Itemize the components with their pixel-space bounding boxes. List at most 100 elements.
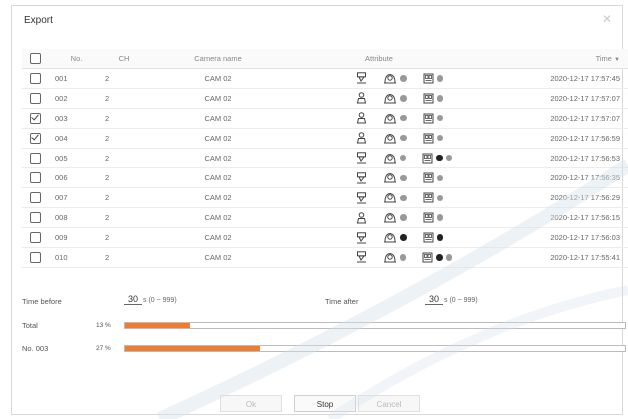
vehicle-icon — [422, 153, 433, 164]
cell-no: 010 — [49, 247, 105, 268]
row-checkbox[interactable] — [30, 212, 41, 224]
table-row[interactable]: 003 2 CAM 02 2020-12-17 17:57:07 — [22, 108, 628, 129]
person-icon — [356, 132, 367, 144]
cancel-button[interactable]: Cancel — [358, 395, 420, 412]
time-before-input[interactable]: 30 — [124, 294, 142, 305]
attribute-icons — [293, 251, 465, 263]
row-checkbox[interactable] — [30, 251, 41, 263]
attribute-icons — [293, 72, 465, 84]
vehicle-icon — [423, 113, 434, 124]
cell-time: 2020-12-17 17:56:15 — [465, 207, 628, 229]
vehicle-gray-dot-icon — [436, 95, 443, 102]
face-black-dot-icon — [400, 234, 407, 241]
row-checkbox[interactable] — [30, 192, 41, 204]
header-camera-name[interactable]: Camera name — [143, 49, 293, 69]
cell-time: 2020-12-17 17:56:59 — [465, 128, 628, 149]
table-header-row: No. CH Camera name Attribute Time ▼ — [22, 49, 628, 69]
total-progress-fill — [125, 323, 190, 328]
attribute-icons — [293, 192, 465, 204]
face-icon — [383, 212, 397, 223]
cell-time: 2020-12-17 17:56:29 — [465, 187, 628, 209]
cell-time: 2020-12-17 17:57:07 — [465, 88, 628, 109]
header-time-label: Time — [595, 54, 612, 63]
table-row[interactable]: 009 2 CAM 02 2020-12-17 17:56:03 — [22, 227, 628, 249]
cell-camera-name: CAM 02 — [143, 167, 293, 189]
person-icon — [356, 112, 367, 124]
cell-camera-name: CAM 02 — [143, 88, 293, 109]
person-icon — [356, 211, 367, 224]
cell-camera-name: CAM 02 — [143, 128, 293, 149]
header-no[interactable]: No. — [49, 49, 105, 69]
table-row[interactable]: 010 2 CAM 02 2020-12-17 17:55:41 — [22, 247, 628, 268]
total-label: Total — [22, 321, 38, 330]
row-checkbox[interactable] — [30, 172, 41, 184]
vehicle-icon — [423, 212, 434, 223]
cell-time: 2020-12-17 17:56:53 — [465, 148, 628, 169]
ok-button[interactable]: Ok — [220, 395, 282, 412]
attribute-icons — [293, 132, 465, 144]
sort-desc-icon[interactable]: ▼ — [614, 57, 620, 63]
cell-camera-name: CAM 02 — [143, 207, 293, 229]
cell-time: 2020-12-17 17:57:07 — [465, 108, 628, 129]
cell-no: 003 — [49, 108, 105, 129]
face-gray-dot-icon — [400, 194, 407, 202]
vehicle-icon — [423, 192, 434, 203]
header-time[interactable]: Time ▼ — [465, 49, 628, 69]
face-gray-dot-icon — [399, 154, 406, 162]
table-row[interactable]: 005 2 CAM 02 2020-12-17 17:56:53 — [22, 148, 628, 169]
header-ch[interactable]: CH — [105, 49, 143, 69]
vehicle-gray-dot-icon — [445, 254, 452, 261]
cell-ch: 2 — [105, 207, 143, 229]
fixed-person-icon — [356, 231, 367, 244]
vehicle-black-dot-icon — [436, 254, 443, 261]
fixed-person-icon — [356, 251, 367, 263]
select-all-checkbox[interactable] — [30, 53, 41, 64]
face-gray-dot-icon — [400, 114, 407, 122]
row-checkbox[interactable] — [30, 152, 41, 164]
close-icon[interactable]: ✕ — [602, 12, 612, 26]
table-row[interactable]: 006 2 CAM 02 2020-12-17 17:56:35 — [22, 167, 628, 189]
vehicle-icon — [422, 252, 433, 263]
export-dialog: Export ✕ No. CH Camera name Attribute Ti… — [11, 5, 628, 415]
face-icon — [383, 113, 397, 124]
item-percent: 27 % — [96, 345, 111, 352]
table-row[interactable]: 008 2 CAM 02 2020-12-17 17:56:15 — [22, 207, 628, 229]
cell-time: 2020-12-17 17:56:35 — [465, 167, 628, 189]
vehicle-gray-dot-icon — [445, 154, 452, 162]
time-after-hint: s (0 ~ 999) — [444, 297, 478, 304]
person-icon — [356, 92, 367, 104]
vehicle-icon — [423, 232, 434, 243]
cell-no: 008 — [49, 207, 105, 229]
table-row[interactable]: 002 2 CAM 02 2020-12-17 17:57:07 — [22, 88, 628, 109]
time-after-input[interactable]: 30 — [425, 294, 443, 305]
row-checkbox[interactable] — [30, 72, 41, 84]
vehicle-icon — [423, 73, 434, 84]
attribute-icons — [293, 152, 465, 164]
row-checkbox[interactable] — [30, 92, 41, 104]
cell-ch: 2 — [105, 128, 143, 149]
table-row[interactable]: 001 2 CAM 02 2020-12-17 17:57:45 — [22, 68, 628, 89]
row-checkbox[interactable] — [30, 132, 41, 144]
cell-ch: 2 — [105, 68, 143, 89]
face-icon — [383, 172, 397, 183]
vehicle-gray-dot-icon — [436, 214, 443, 221]
dialog-title: Export — [24, 15, 53, 26]
stop-button[interactable]: Stop — [294, 395, 356, 412]
table-row[interactable]: 007 2 CAM 02 2020-12-17 17:56:29 — [22, 187, 628, 209]
cell-camera-name: CAM 02 — [143, 227, 293, 249]
item-progress-fill — [125, 346, 260, 351]
item-progress-bar — [124, 345, 626, 352]
row-checkbox[interactable] — [30, 112, 41, 124]
face-icon — [383, 252, 397, 263]
cell-camera-name: CAM 02 — [143, 68, 293, 89]
cell-camera-name: CAM 02 — [143, 108, 293, 129]
cell-time: 2020-12-17 17:57:45 — [465, 68, 628, 89]
face-gray-dot-icon — [399, 254, 406, 261]
row-checkbox[interactable] — [30, 232, 41, 244]
time-before-label: Time before — [22, 297, 62, 306]
face-icon — [383, 232, 397, 243]
table-row[interactable]: 004 2 CAM 02 2020-12-17 17:56:59 — [22, 128, 628, 149]
fixed-person-icon — [356, 192, 367, 204]
cell-camera-name: CAM 02 — [143, 247, 293, 268]
face-icon — [383, 133, 397, 144]
